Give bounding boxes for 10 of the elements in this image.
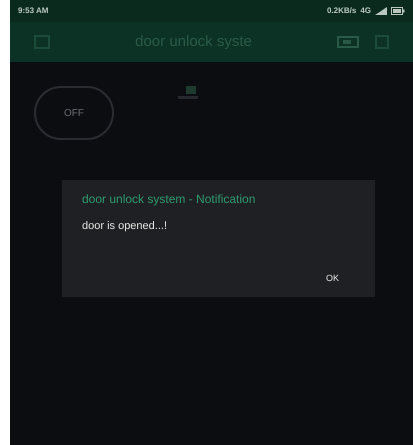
power-button[interactable]: OFF [34, 86, 114, 140]
dialog-title: door unlock system - Notification [82, 192, 256, 206]
network-speed: 0.2KB/s [326, 5, 356, 17]
clock: 9:53 AM [18, 5, 48, 17]
device-icon[interactable] [337, 36, 359, 48]
battery-icon [391, 7, 405, 15]
dialog-message: door is opened...! [82, 219, 168, 234]
network-type: 4G [360, 5, 371, 17]
signal-icon [375, 7, 387, 15]
ok-button[interactable]: OK [322, 272, 343, 285]
